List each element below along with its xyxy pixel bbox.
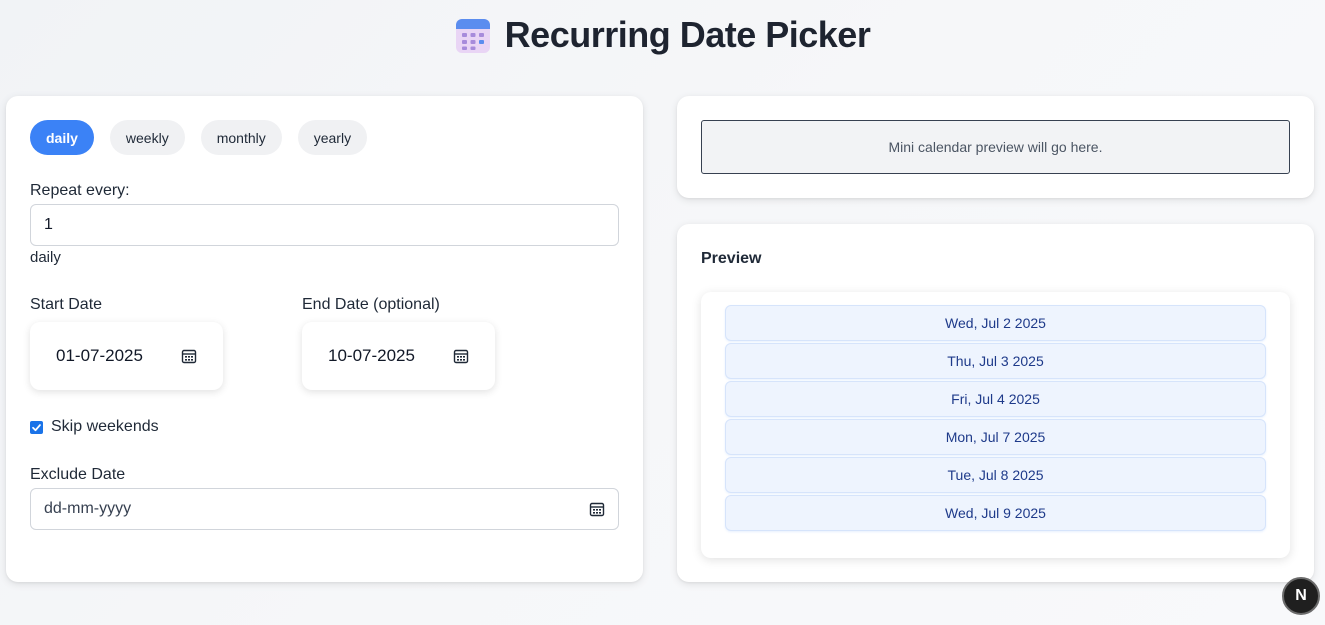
repeat-interval-input[interactable]: 1 bbox=[30, 204, 619, 246]
tab-weekly[interactable]: weekly bbox=[109, 120, 185, 155]
calendar-picker-icon[interactable] bbox=[181, 348, 197, 364]
preview-date-item: Thu, Jul 3 2025 bbox=[725, 343, 1266, 379]
mini-calendar-placeholder: Mini calendar preview will go here. bbox=[701, 120, 1290, 174]
end-date-input[interactable]: 10-07-2025 bbox=[302, 322, 495, 390]
tab-daily[interactable]: daily bbox=[30, 120, 94, 155]
skip-weekends-label[interactable]: Skip weekends bbox=[51, 418, 159, 436]
exclude-date-placeholder: dd-mm-yyyy bbox=[44, 500, 132, 517]
tab-yearly[interactable]: yearly bbox=[297, 120, 368, 155]
nextjs-dev-badge[interactable]: N bbox=[1282, 577, 1320, 615]
settings-card: daily weekly monthly yearly Repeat every… bbox=[6, 96, 643, 582]
calendar-picker-icon[interactable] bbox=[589, 501, 605, 517]
checkmark-icon bbox=[32, 423, 41, 431]
end-date-label: End Date (optional) bbox=[302, 296, 440, 313]
preview-date-item: Tue, Jul 8 2025 bbox=[725, 457, 1266, 493]
calendar-picker-icon[interactable] bbox=[453, 348, 469, 364]
skip-weekends-row: Skip weekends bbox=[30, 418, 159, 436]
exclude-date-label: Exclude Date bbox=[30, 466, 126, 483]
preview-date-item: Wed, Jul 2 2025 bbox=[725, 305, 1266, 341]
preview-date-item: Wed, Jul 9 2025 bbox=[725, 495, 1266, 531]
start-date-value: 01-07-2025 bbox=[56, 346, 143, 365]
page-header: Recurring Date Picker bbox=[0, 12, 1325, 58]
preview-date-item: Mon, Jul 7 2025 bbox=[725, 419, 1266, 455]
repeat-every-label: Repeat every: bbox=[30, 182, 130, 199]
calendar-icon bbox=[455, 16, 491, 54]
start-date-label: Start Date bbox=[30, 296, 103, 313]
start-date-input[interactable]: 01-07-2025 bbox=[30, 322, 223, 390]
mini-calendar-card: Mini calendar preview will go here. bbox=[677, 96, 1314, 198]
preview-title: Preview bbox=[701, 250, 762, 267]
exclude-date-input[interactable]: dd-mm-yyyy bbox=[30, 488, 619, 530]
repeat-unit-label: daily bbox=[30, 249, 61, 266]
preview-date-item: Fri, Jul 4 2025 bbox=[725, 381, 1266, 417]
preview-card: Preview Wed, Jul 2 2025 Thu, Jul 3 2025 … bbox=[677, 224, 1314, 582]
frequency-tabs: daily weekly monthly yearly bbox=[30, 120, 368, 155]
skip-weekends-checkbox[interactable] bbox=[30, 420, 43, 434]
preview-date-list: Wed, Jul 2 2025 Thu, Jul 3 2025 Fri, Jul… bbox=[725, 305, 1266, 533]
preview-list-panel: Wed, Jul 2 2025 Thu, Jul 3 2025 Fri, Jul… bbox=[701, 292, 1290, 558]
end-date-value: 10-07-2025 bbox=[328, 346, 415, 365]
page-title: Recurring Date Picker bbox=[504, 14, 871, 55]
app-root: Recurring Date Picker daily weekly month… bbox=[0, 0, 1325, 625]
tab-monthly[interactable]: monthly bbox=[200, 120, 282, 155]
